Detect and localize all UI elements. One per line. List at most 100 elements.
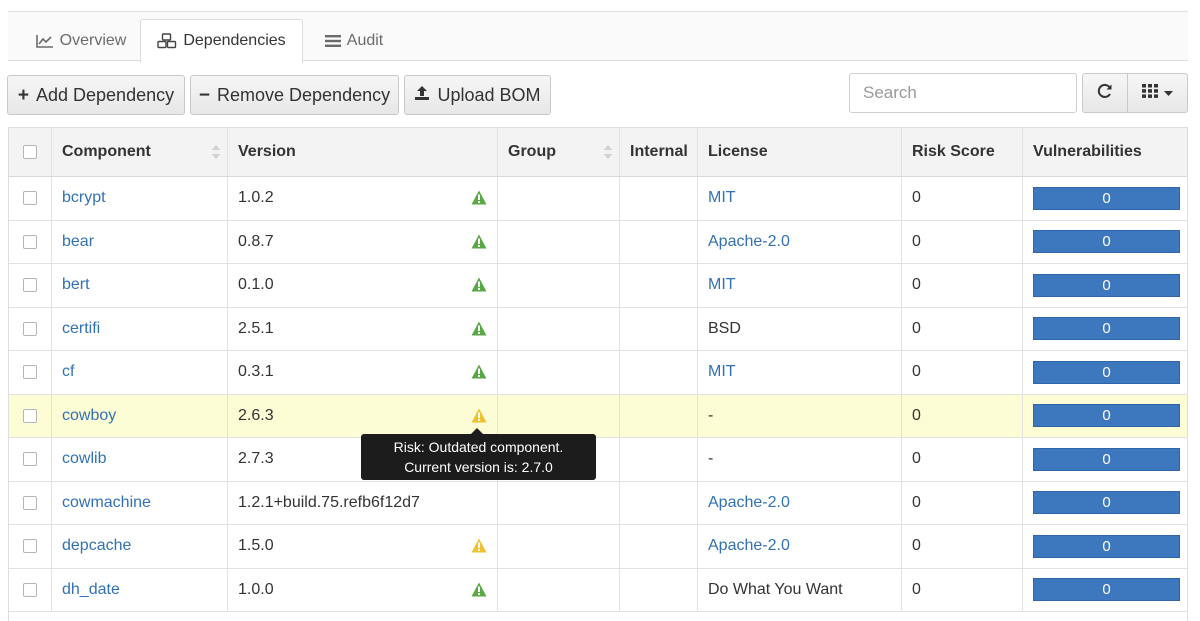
vulnerability-bar[interactable]: 0 — [1033, 404, 1180, 428]
license-text[interactable]: Apache-2.0 — [708, 537, 790, 555]
col-license-label: License — [708, 143, 768, 160]
version-text: 2.5.1 — [238, 319, 274, 337]
risk-ok-icon[interactable] — [471, 234, 487, 254]
table-row[interactable]: cowmachine 1.2.1+build.75.refb6f12d7 Apach… — [9, 481, 1187, 525]
internal-cell — [620, 351, 698, 394]
risk-warning-icon[interactable] — [471, 408, 487, 428]
component-link[interactable]: dh_date — [62, 581, 120, 599]
risk-score-text: 0 — [912, 363, 921, 381]
risk-score-text: 0 — [912, 319, 921, 337]
table-row[interactable]: certifi 2.5.1 BSD 0 0 — [9, 307, 1187, 351]
table-row[interactable]: bcrypt 1.0.2 MIT 0 0 — [9, 177, 1187, 221]
version-text: 1.0.0 — [238, 580, 274, 598]
risk-ok-icon[interactable] — [471, 277, 487, 297]
row-checkbox[interactable] — [23, 278, 37, 293]
vulnerability-bar[interactable]: 0 — [1033, 534, 1180, 558]
col-license[interactable]: License — [698, 128, 902, 176]
component-link[interactable]: bert — [62, 276, 90, 294]
col-component[interactable]: Component — [52, 128, 228, 176]
vulnerability-bar[interactable]: 0 — [1033, 186, 1180, 210]
component-link[interactable]: cowmachine — [62, 494, 151, 512]
vulnerability-bar[interactable]: 0 — [1033, 317, 1180, 341]
refresh-icon — [1096, 82, 1114, 105]
vulnerability-bar[interactable]: 0 — [1033, 491, 1180, 515]
component-cell: cf — [52, 351, 228, 394]
risk-score-cell: 0 — [902, 177, 1023, 220]
component-cell: bcrypt — [52, 177, 228, 220]
risk-score-text: 0 — [912, 493, 921, 511]
component-cell: dh_date — [52, 568, 228, 611]
refresh-button[interactable] — [1082, 73, 1128, 113]
row-checkbox[interactable] — [23, 452, 37, 467]
component-link[interactable]: cf — [62, 363, 74, 381]
component-link[interactable]: bear — [62, 233, 94, 251]
row-checkbox[interactable] — [23, 582, 37, 597]
tab-audit[interactable]: Audit — [312, 19, 396, 62]
row-checkbox[interactable] — [23, 191, 37, 206]
component-link[interactable]: depcache — [62, 537, 131, 555]
remove-dependency-button[interactable]: − Remove Dependency — [190, 75, 399, 115]
col-internal[interactable]: Internal — [620, 128, 698, 176]
row-checkbox[interactable] — [23, 321, 37, 336]
risk-score-cell: 0 — [902, 264, 1023, 307]
table-row[interactable]: cowboy 2.6.3 - 0 0 — [9, 394, 1187, 438]
risk-ok-icon[interactable] — [471, 190, 487, 210]
component-cell: cowboy — [52, 394, 228, 437]
risk-ok-icon[interactable] — [471, 582, 487, 602]
risk-warning-icon[interactable] — [471, 538, 487, 558]
row-checkbox[interactable] — [23, 495, 37, 510]
internal-cell — [620, 220, 698, 263]
risk-score-cell: 0 — [902, 351, 1023, 394]
risk-ok-icon[interactable] — [471, 321, 487, 341]
row-checkbox[interactable] — [23, 234, 37, 249]
row-checkbox[interactable] — [23, 365, 37, 380]
table-row[interactable]: bert 0.1.0 MIT 0 0 — [9, 264, 1187, 308]
component-link[interactable]: certifi — [62, 320, 100, 338]
select-all-checkbox[interactable] — [23, 145, 37, 159]
version-text: 0.1.0 — [238, 276, 274, 294]
group-cell — [498, 568, 620, 611]
add-dependency-button[interactable]: + Add Dependency — [7, 75, 185, 115]
vulnerabilities-cell: 0 — [1023, 395, 1187, 438]
component-link[interactable]: bcrypt — [62, 189, 106, 207]
col-vulnerabilities[interactable]: Vulnerabilities — [1023, 128, 1187, 176]
tab-dependencies[interactable]: Dependencies — [140, 19, 303, 63]
columns-menu-button[interactable] — [1127, 73, 1188, 113]
search-input[interactable] — [849, 73, 1077, 113]
internal-cell — [620, 525, 698, 568]
col-version[interactable]: Version — [228, 128, 498, 176]
table-row[interactable]: depcache 1.5.0 Apache-2.0 0 0 — [9, 525, 1187, 569]
table-row[interactable]: cf 0.3.1 MIT 0 0 — [9, 351, 1187, 395]
vulnerability-bar[interactable]: 0 — [1033, 230, 1180, 254]
group-cell — [498, 525, 620, 568]
col-risk-score[interactable]: Risk Score — [902, 128, 1023, 176]
vulnerability-bar[interactable]: 0 — [1033, 578, 1180, 602]
vulnerability-bar[interactable]: 0 — [1033, 447, 1180, 471]
license-text[interactable]: Apache-2.0 — [708, 233, 790, 251]
row-checkbox[interactable] — [23, 408, 37, 423]
risk-ok-icon[interactable] — [471, 364, 487, 384]
component-cell: depcache — [52, 525, 228, 568]
component-link[interactable]: cowboy — [62, 407, 116, 425]
col-group[interactable]: Group — [498, 128, 620, 176]
tab-overview[interactable]: Overview — [22, 19, 140, 62]
risk-score-text: 0 — [912, 232, 921, 250]
license-cell: Apache-2.0 — [698, 481, 902, 524]
table-row[interactable]: dh_date 1.0.0 Do What You Want 0 0 — [9, 568, 1187, 612]
row-select-cell — [9, 438, 52, 481]
license-text[interactable]: MIT — [708, 276, 736, 294]
tab-bar: Overview Dependencies Audit — [8, 11, 1188, 63]
license-text[interactable]: MIT — [708, 189, 736, 207]
vulnerability-bar[interactable]: 0 — [1033, 273, 1180, 297]
sort-icon — [604, 145, 612, 159]
vulnerability-bar[interactable]: 0 — [1033, 360, 1180, 384]
license-text[interactable]: MIT — [708, 363, 736, 381]
table-row[interactable]: bear 0.8.7 Apache-2.0 0 0 — [9, 220, 1187, 264]
row-checkbox[interactable] — [23, 539, 37, 554]
component-link[interactable]: cowlib — [62, 450, 106, 468]
internal-cell — [620, 568, 698, 611]
table-row[interactable]: cowlib 2.7.3 - 0 0 — [9, 438, 1187, 482]
vulnerabilities-cell: 0 — [1023, 177, 1187, 220]
upload-bom-button[interactable]: Upload BOM — [404, 75, 551, 115]
license-text[interactable]: Apache-2.0 — [708, 494, 790, 512]
